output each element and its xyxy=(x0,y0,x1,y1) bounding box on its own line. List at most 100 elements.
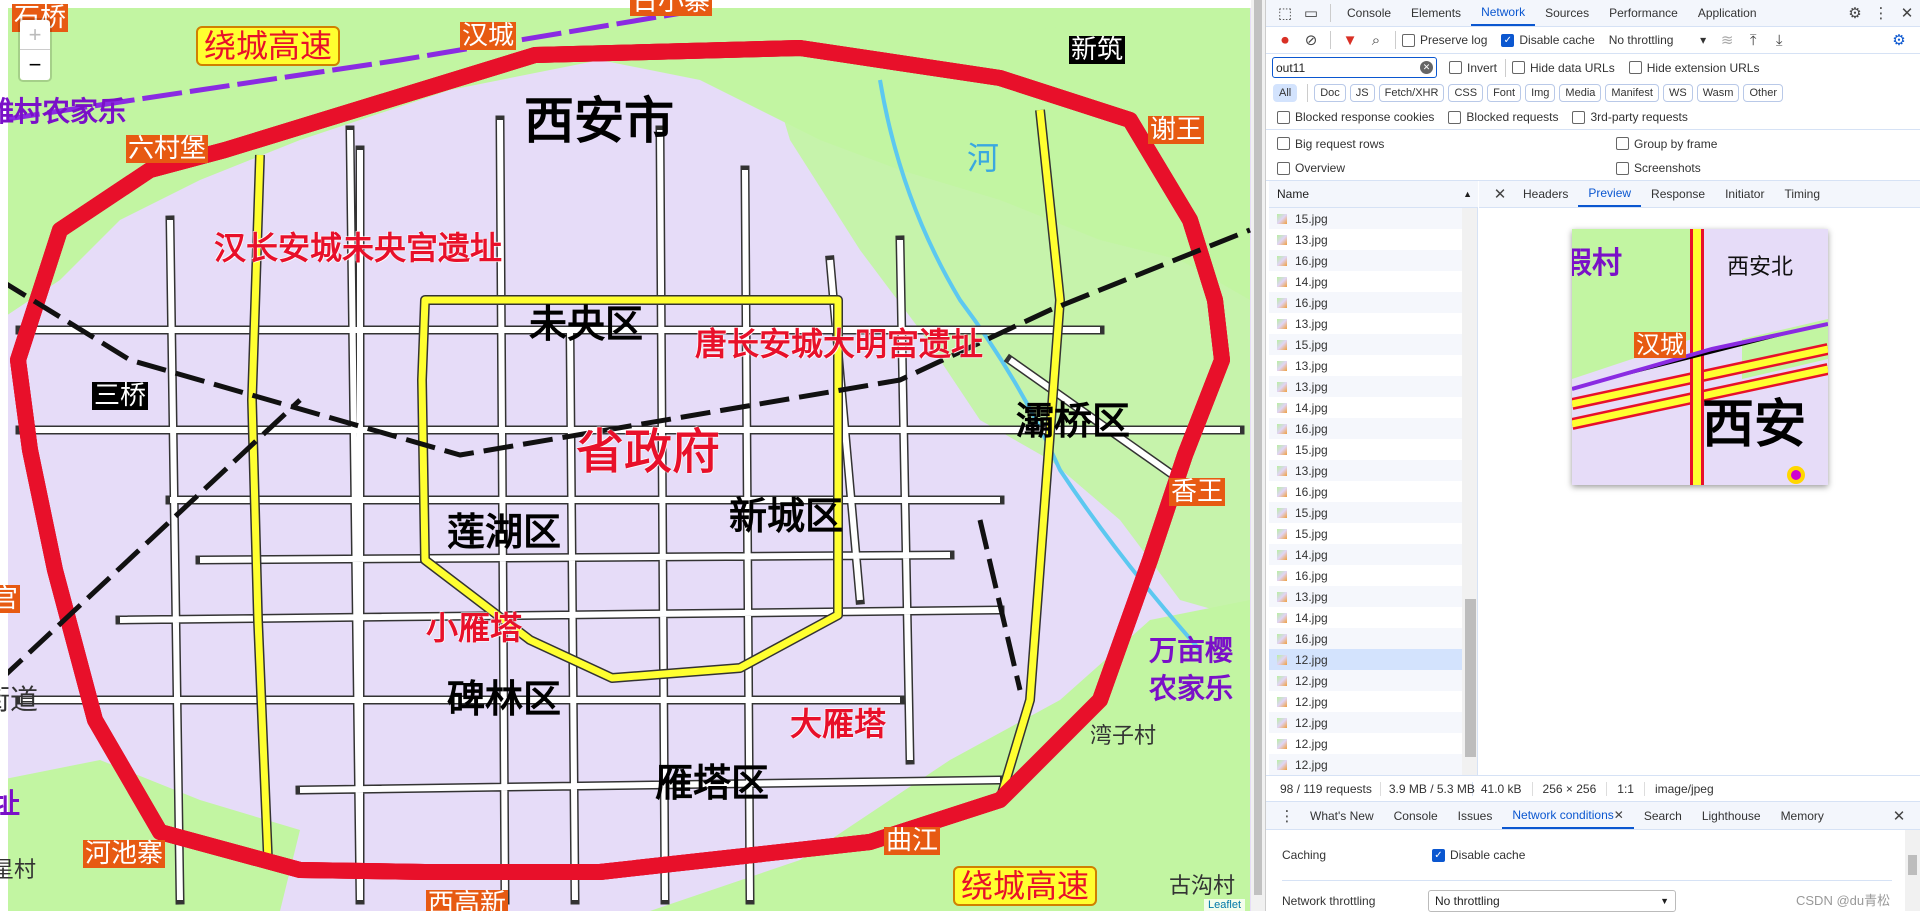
drawer-tab-lighthouse[interactable]: Lighthouse xyxy=(1692,802,1771,829)
tab-network[interactable]: Network xyxy=(1471,0,1536,26)
drawer-menu-icon[interactable]: ⋮ xyxy=(1274,803,1300,829)
request-row[interactable]: 15.jpg xyxy=(1269,334,1462,355)
attribution-link[interactable]: Leaflet xyxy=(1203,899,1245,911)
drawer-scrollbar[interactable] xyxy=(1905,830,1920,911)
blocked-cookies-checkbox[interactable]: Blocked response cookies xyxy=(1277,110,1434,124)
hide-data-urls-checkbox[interactable]: Hide data URLs xyxy=(1512,61,1615,75)
tab-console[interactable]: Console xyxy=(1337,0,1401,26)
filter-input[interactable]: out11 ✕ xyxy=(1272,57,1437,78)
type-filter-ws[interactable]: WS xyxy=(1662,84,1693,102)
type-filter-all[interactable]: All xyxy=(1273,84,1298,102)
page-scrollbar[interactable] xyxy=(1251,0,1265,911)
request-row[interactable]: 15.jpg xyxy=(1269,439,1462,460)
device-toolbar-icon[interactable]: ▭ xyxy=(1298,0,1324,26)
disable-cache-checkbox[interactable]: ✓ Disable cache xyxy=(1501,33,1595,47)
request-row[interactable]: 12.jpg xyxy=(1269,691,1462,712)
tab-performance[interactable]: Performance xyxy=(1599,0,1688,26)
more-options-icon[interactable]: ⋮ xyxy=(1868,0,1894,26)
clear-icon[interactable]: ⊘ xyxy=(1298,27,1324,53)
zoom-in-button[interactable]: + xyxy=(20,20,50,50)
request-row[interactable]: 12.jpg xyxy=(1269,712,1462,733)
request-row[interactable]: 12.jpg xyxy=(1269,733,1462,754)
request-row[interactable]: 15.jpg xyxy=(1269,523,1462,544)
third-party-checkbox[interactable]: 3rd-party requests xyxy=(1572,110,1688,124)
drawer-disable-cache-checkbox[interactable]: ✓ Disable cache xyxy=(1432,848,1525,862)
request-row[interactable]: 16.jpg xyxy=(1269,292,1462,313)
type-filter-wasm[interactable]: Wasm xyxy=(1696,84,1740,102)
request-row[interactable]: 13.jpg xyxy=(1269,229,1462,250)
request-row[interactable]: 14.jpg xyxy=(1269,544,1462,565)
search-icon[interactable]: ⌕ xyxy=(1363,27,1389,53)
drawer-tab-search[interactable]: Search xyxy=(1634,802,1692,829)
request-row[interactable]: 14.jpg xyxy=(1269,271,1462,292)
request-row[interactable]: 13.jpg xyxy=(1269,376,1462,397)
hide-extension-urls-checkbox[interactable]: Hide extension URLs xyxy=(1628,61,1759,75)
request-row[interactable]: 13.jpg xyxy=(1269,355,1462,376)
screenshots-checkbox[interactable]: Screenshots xyxy=(1616,161,1701,175)
type-filter-media[interactable]: Media xyxy=(1559,84,1602,102)
request-row[interactable]: 13.jpg xyxy=(1269,460,1462,481)
request-row[interactable]: 12.jpg xyxy=(1269,649,1462,670)
request-row[interactable]: 16.jpg xyxy=(1269,418,1462,439)
request-row[interactable]: 16.jpg xyxy=(1269,628,1462,649)
wifi-settings-icon[interactable]: ≋ xyxy=(1714,27,1740,53)
request-row[interactable]: 13.jpg xyxy=(1269,313,1462,334)
detail-tab-initiator[interactable]: Initiator xyxy=(1715,181,1774,207)
tab-application[interactable]: Application xyxy=(1688,0,1767,26)
zoom-out-button[interactable]: − xyxy=(20,50,50,80)
detail-tab-preview[interactable]: Preview xyxy=(1578,181,1642,207)
drawer-tab-console[interactable]: Console xyxy=(1384,802,1448,829)
request-row[interactable]: 13.jpg xyxy=(1269,586,1462,607)
network-settings-icon[interactable]: ⚙ xyxy=(1886,27,1912,53)
type-filter-fetchxhr[interactable]: Fetch/XHR xyxy=(1378,84,1445,102)
map-viewport[interactable]: 西安市 未央区 灞桥区 莲湖区 新城区 碑林区 雁塔区 省政府 汉长安城未央宫遗… xyxy=(0,0,1251,911)
inspect-icon[interactable]: ⬚ xyxy=(1272,0,1298,26)
request-row[interactable]: 16.jpg xyxy=(1269,565,1462,586)
type-filter-img[interactable]: Img xyxy=(1525,84,1556,102)
throttling-dropdown[interactable]: No throttling ▼ xyxy=(1428,890,1676,912)
request-row[interactable]: 14.jpg xyxy=(1269,607,1462,628)
request-row[interactable]: 15.jpg xyxy=(1269,208,1462,229)
type-filter-font[interactable]: Font xyxy=(1487,84,1522,102)
close-detail-icon[interactable]: ✕ xyxy=(1487,181,1513,207)
filter-icon[interactable]: ▼ xyxy=(1337,27,1363,53)
close-devtools-icon[interactable]: ✕ xyxy=(1894,0,1920,26)
type-filter-js[interactable]: JS xyxy=(1349,84,1375,102)
drawer-tab-issues[interactable]: Issues xyxy=(1448,802,1503,829)
group-by-frame-checkbox[interactable]: Group by frame xyxy=(1616,137,1717,151)
import-har-icon[interactable]: ⤒ xyxy=(1740,27,1766,53)
drawer-tab-what-s-new[interactable]: What's New xyxy=(1300,802,1384,829)
detail-tab-timing[interactable]: Timing xyxy=(1774,181,1830,207)
type-filter-doc[interactable]: Doc xyxy=(1314,84,1346,102)
clear-filter-icon[interactable]: ✕ xyxy=(1420,61,1433,74)
close-tab-icon[interactable]: ✕ xyxy=(1614,808,1624,822)
preserve-log-checkbox[interactable]: Preserve log xyxy=(1402,33,1487,47)
type-filter-css[interactable]: CSS xyxy=(1448,84,1484,102)
request-row[interactable]: 15.jpg xyxy=(1269,502,1462,523)
settings-gear-icon[interactable]: ⚙ xyxy=(1842,0,1868,26)
record-stop-icon[interactable]: ⏺ xyxy=(1272,27,1298,53)
export-har-icon[interactable]: ⤓ xyxy=(1766,27,1792,53)
request-row[interactable]: 14.jpg xyxy=(1269,397,1462,418)
request-row[interactable]: 12.jpg xyxy=(1269,754,1462,775)
request-row[interactable]: 16.jpg xyxy=(1269,250,1462,271)
big-request-rows-checkbox[interactable]: Big request rows xyxy=(1277,137,1602,151)
request-row[interactable]: 12.jpg xyxy=(1269,670,1462,691)
detail-tab-response[interactable]: Response xyxy=(1641,181,1715,207)
overview-checkbox[interactable]: Overview xyxy=(1277,161,1602,175)
label-xinzhu: 新筑 xyxy=(1069,35,1126,65)
type-filter-other[interactable]: Other xyxy=(1743,84,1783,102)
close-drawer-icon[interactable]: ✕ xyxy=(1886,803,1912,829)
request-list-scrollbar[interactable] xyxy=(1462,208,1478,775)
tab-elements[interactable]: Elements xyxy=(1401,0,1471,26)
detail-tab-headers[interactable]: Headers xyxy=(1513,181,1578,207)
blocked-requests-checkbox[interactable]: Blocked requests xyxy=(1448,110,1558,124)
drawer-tab-memory[interactable]: Memory xyxy=(1771,802,1834,829)
name-column-header[interactable]: Name ▲ xyxy=(1269,181,1478,208)
throttling-select[interactable]: No throttling ▾ xyxy=(1609,33,1706,47)
drawer-tab-network-conditions[interactable]: Network conditions ✕ xyxy=(1502,802,1634,829)
type-filter-manifest[interactable]: Manifest xyxy=(1605,84,1659,102)
tab-sources[interactable]: Sources xyxy=(1535,0,1599,26)
request-row[interactable]: 16.jpg xyxy=(1269,481,1462,502)
invert-checkbox[interactable]: Invert xyxy=(1449,61,1497,75)
